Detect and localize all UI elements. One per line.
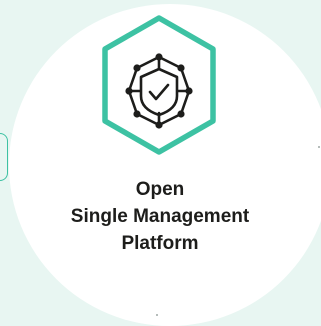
hexagon-shield-network-icon xyxy=(102,15,216,155)
decor-dot xyxy=(318,146,320,148)
decor-dot xyxy=(156,314,158,316)
side-tab-handle[interactable] xyxy=(0,133,8,181)
product-title: Open Single Management Platform xyxy=(20,176,300,257)
product-title-line: Single Management xyxy=(70,206,250,227)
product-title-line: Open xyxy=(135,179,185,200)
product-title-line: Platform xyxy=(121,233,199,254)
